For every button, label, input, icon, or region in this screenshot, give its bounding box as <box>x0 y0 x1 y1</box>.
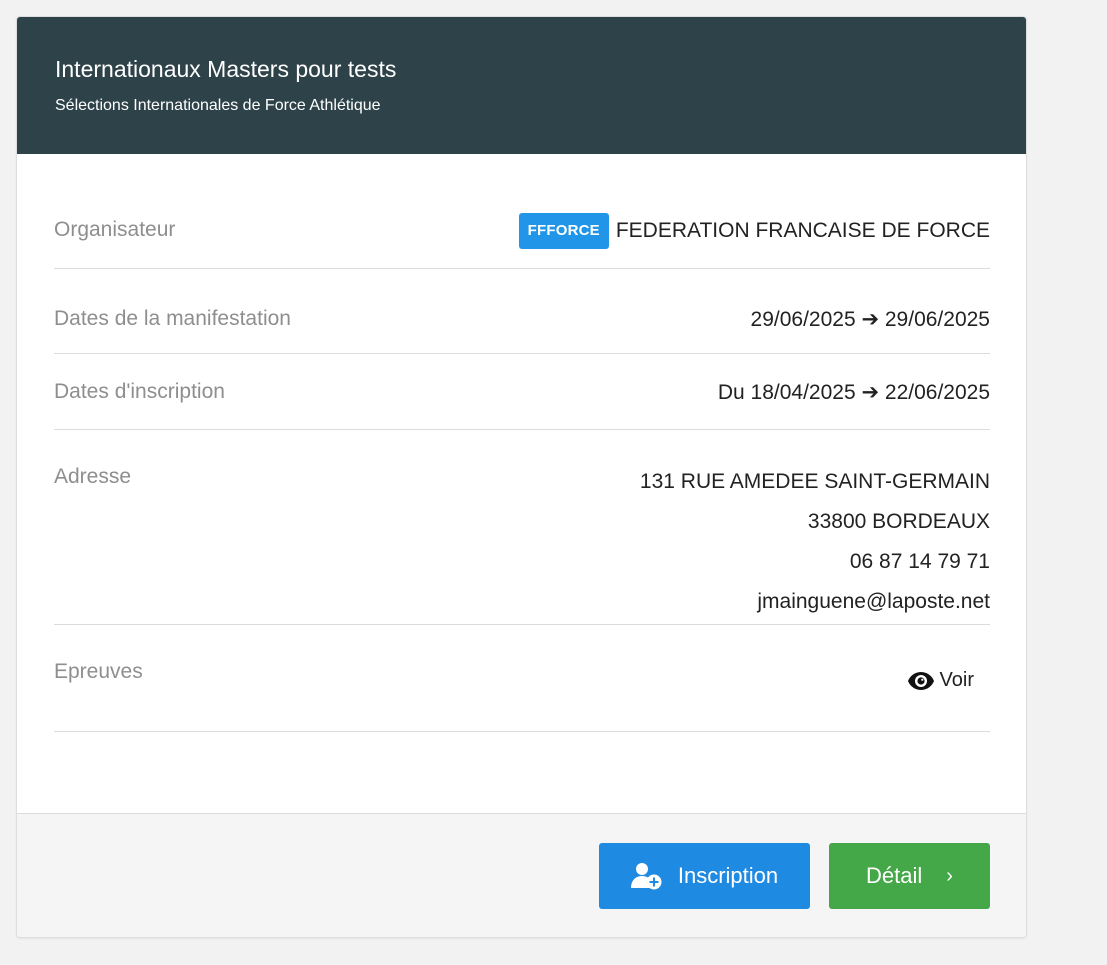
adresse-row: Adresse 131 RUE AMEDEE SAINT-GERMAIN 338… <box>54 430 990 625</box>
card-footer: Inscription Détail › <box>17 813 1026 937</box>
epreuves-label: Epreuves <box>54 660 143 683</box>
dates-manifestation-label: Dates de la manifestation <box>54 307 291 330</box>
organisateur-value: FFFORCE FEDERATION FRANCAISE DE FORCE <box>518 213 990 249</box>
page: Internationaux Masters pour tests Sélect… <box>0 0 1107 965</box>
competition-card: Internationaux Masters pour tests Sélect… <box>16 16 1027 938</box>
epreuves-row: Epreuves Voir <box>54 625 990 732</box>
chevron-right-icon: › <box>946 864 953 887</box>
user-add-icon <box>630 863 662 890</box>
inscription-label: Inscription <box>677 863 779 888</box>
organisateur-label: Organisateur <box>54 218 176 241</box>
adresse-phone: 06 87 14 79 71 <box>849 550 990 573</box>
inscription-button[interactable]: Inscription <box>599 843 810 909</box>
card-body: Organisateur FFFORCE FEDERATION FRANCAIS… <box>54 154 990 732</box>
dates-inscription-value: Du 18/04/2025 ➔ 22/06/2025 <box>717 381 990 404</box>
adresse-city: 33800 BORDEAUX <box>807 510 990 533</box>
competition-title: Internationaux Masters pour tests <box>55 56 397 82</box>
dates-inscription-label: Dates d'inscription <box>54 380 225 403</box>
organisateur-name: FEDERATION FRANCAISE DE FORCE <box>615 219 990 242</box>
adresse-street: 131 RUE AMEDEE SAINT-GERMAIN <box>639 470 990 493</box>
adresse-email: jmainguene@laposte.net <box>757 590 990 613</box>
detail-button[interactable]: Détail › <box>829 843 990 909</box>
voir-epreuves-link[interactable]: Voir <box>907 669 974 692</box>
competition-subtitle: Sélections Internationales de Force Athl… <box>55 97 381 114</box>
organisateur-badge: FFFORCE <box>518 213 609 249</box>
dates-inscription-row: Dates d'inscription Du 18/04/2025 ➔ 22/0… <box>54 354 990 430</box>
detail-label: Détail <box>866 863 923 888</box>
organisateur-row: Organisateur FFFORCE FEDERATION FRANCAIS… <box>54 154 990 269</box>
card-header: Internationaux Masters pour tests Sélect… <box>17 17 1026 154</box>
dates-manifestation-row: Dates de la manifestation 29/06/2025 ➔ 2… <box>54 269 990 354</box>
voir-label: Voir <box>939 669 974 691</box>
dates-manifestation-value: 29/06/2025 ➔ 29/06/2025 <box>750 308 990 331</box>
eye-icon <box>907 671 934 690</box>
adresse-value: 131 RUE AMEDEE SAINT-GERMAIN 33800 BORDE… <box>640 462 990 622</box>
adresse-label: Adresse <box>54 465 132 488</box>
